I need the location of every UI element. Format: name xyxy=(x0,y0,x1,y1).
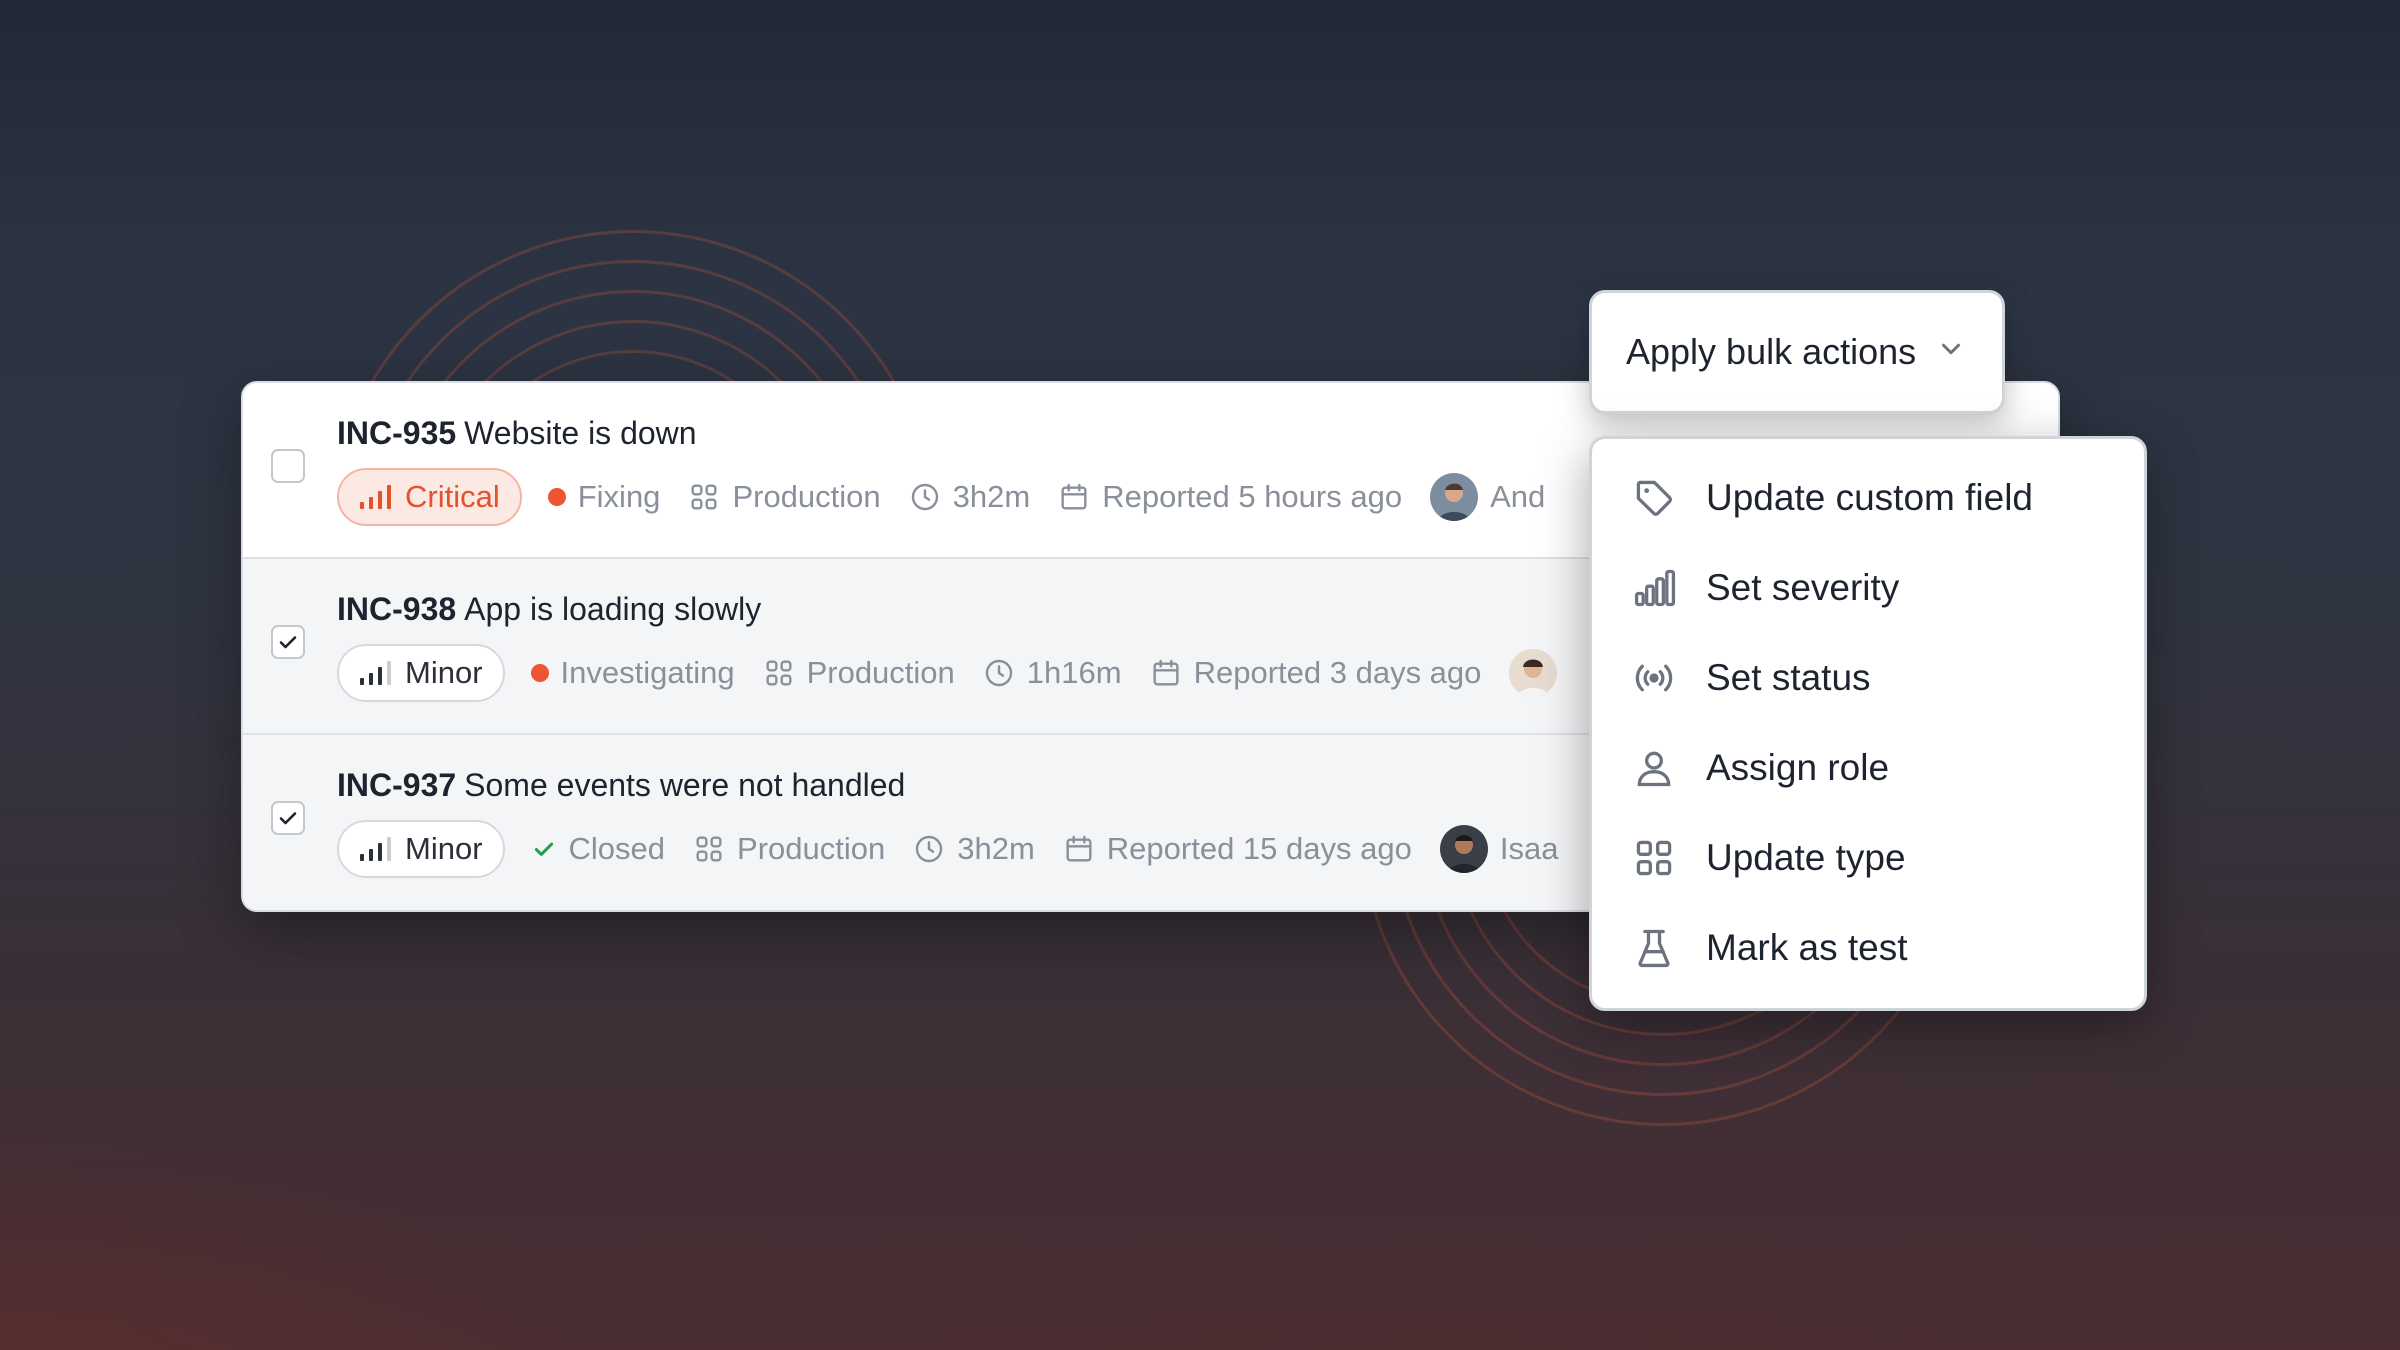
lead-item: And xyxy=(1430,473,1545,521)
duration-label: 1h16m xyxy=(1026,655,1122,690)
incident-meta: Minor Investigating Production 1h16m Reporte… xyxy=(337,643,1558,703)
checkmark-icon xyxy=(276,806,300,830)
incident-ref: INC-938 xyxy=(337,591,457,627)
tag-icon xyxy=(1632,476,1676,520)
apply-bulk-actions-button[interactable]: Apply bulk actions xyxy=(1589,290,2005,414)
type-item: Production xyxy=(763,655,955,691)
grid-icon xyxy=(1632,836,1676,880)
menu-item-update-custom-field[interactable]: Update custom field xyxy=(1592,453,2144,543)
clock-icon xyxy=(913,833,945,865)
severity-label: Critical xyxy=(405,479,500,514)
severity-bars-icon xyxy=(359,660,393,686)
reported-item: Reported 3 days ago xyxy=(1150,655,1482,691)
menu-item-label: Set status xyxy=(1706,657,1871,698)
lead-item xyxy=(1509,649,1558,697)
duration-item: 3h2m xyxy=(909,479,1031,515)
menu-item-assign-role[interactable]: Assign role xyxy=(1592,723,2144,813)
clock-icon xyxy=(983,657,1015,689)
severity-badge[interactable]: Minor xyxy=(337,820,505,878)
severity-badge[interactable]: Minor xyxy=(337,644,505,702)
grid-icon xyxy=(693,833,725,865)
menu-item-label: Update type xyxy=(1706,837,1906,878)
status-dot-icon xyxy=(547,488,566,506)
duration-label: 3h2m xyxy=(952,479,1031,514)
reported-item: Reported 15 days ago xyxy=(1063,831,1412,867)
duration-item: 1h16m xyxy=(983,655,1122,691)
calendar-icon xyxy=(1063,833,1095,865)
severity-bars-icon xyxy=(359,484,393,510)
type-item: Production xyxy=(693,831,885,867)
row-checkbox[interactable] xyxy=(271,449,305,483)
status-label: Fixing xyxy=(577,479,661,514)
duration-item: 3h2m xyxy=(913,831,1035,867)
incident-title[interactable]: INC-938 App is loading slowly xyxy=(337,591,761,628)
avatar xyxy=(1430,473,1479,521)
incident-ref: INC-937 xyxy=(337,767,457,803)
menu-item-label: Assign role xyxy=(1706,747,1890,788)
broadcast-icon xyxy=(1632,656,1676,700)
severity-badge[interactable]: Critical xyxy=(337,468,522,526)
lead-item: Isaa xyxy=(1439,825,1559,873)
severity-bars-icon xyxy=(359,836,393,862)
type-label: Production xyxy=(732,479,881,514)
type-label: Production xyxy=(806,655,955,690)
severity-label: Minor xyxy=(405,655,483,690)
reported-item: Reported 5 hours ago xyxy=(1058,479,1402,515)
menu-item-update-type[interactable]: Update type xyxy=(1592,813,2144,903)
user-icon xyxy=(1632,746,1676,790)
type-label: Production xyxy=(737,831,886,866)
status-item: Closed xyxy=(531,831,666,867)
incident-title[interactable]: INC-935 Website is down xyxy=(337,415,697,452)
avatar xyxy=(1439,825,1488,873)
incident-meta: Critical Fixing Production 3h2m Reported 5 h… xyxy=(337,467,1545,527)
menu-item-label: Set severity xyxy=(1706,567,1900,608)
bulk-actions-label: Apply bulk actions xyxy=(1626,331,1917,372)
menu-item-set-status[interactable]: Set status xyxy=(1592,633,2144,723)
avatar xyxy=(1509,649,1558,697)
grid-icon xyxy=(688,481,720,513)
status-label: Closed xyxy=(568,831,666,866)
incident-name: Some events were not handled xyxy=(464,767,906,803)
incident-title[interactable]: INC-937 Some events were not handled xyxy=(337,767,905,804)
menu-item-set-severity[interactable]: Set severity xyxy=(1592,543,2144,633)
flask-icon xyxy=(1632,926,1676,970)
clock-icon xyxy=(909,481,941,513)
status-label: Investigating xyxy=(560,655,735,690)
status-item: Fixing xyxy=(547,479,661,515)
menu-item-label: Mark as test xyxy=(1706,927,1908,968)
row-checkbox[interactable] xyxy=(271,801,305,835)
checkmark-icon xyxy=(276,630,300,654)
row-checkbox[interactable] xyxy=(271,625,305,659)
duration-label: 3h2m xyxy=(957,831,1035,866)
incident-ref: INC-935 xyxy=(337,415,457,451)
severity-label: Minor xyxy=(405,831,483,866)
status-item: Investigating xyxy=(530,655,735,691)
menu-item-mark-as-test[interactable]: Mark as test xyxy=(1592,903,2144,993)
chevron-down-icon xyxy=(1936,331,1966,373)
menu-item-label: Update custom field xyxy=(1706,477,2034,518)
bulk-actions-menu: Update custom field Set severity Set statu… xyxy=(1589,436,2147,1011)
reported-label: Reported 15 days ago xyxy=(1106,831,1412,866)
lead-name: Isaa xyxy=(1499,831,1559,866)
reported-label: Reported 5 hours ago xyxy=(1102,479,1403,514)
reported-label: Reported 3 days ago xyxy=(1193,655,1482,690)
incident-meta: Minor Closed Production 3h2m Reported 15 day… xyxy=(337,819,1558,879)
check-icon xyxy=(531,836,557,862)
type-item: Production xyxy=(688,479,881,515)
lead-name: And xyxy=(1490,479,1546,514)
incident-name: App is loading slowly xyxy=(464,591,762,627)
bar-chart-icon xyxy=(1632,566,1676,610)
grid-icon xyxy=(763,657,795,689)
status-dot-icon xyxy=(530,664,549,682)
calendar-icon xyxy=(1058,481,1090,513)
incident-name: Website is down xyxy=(464,415,697,451)
calendar-icon xyxy=(1150,657,1182,689)
